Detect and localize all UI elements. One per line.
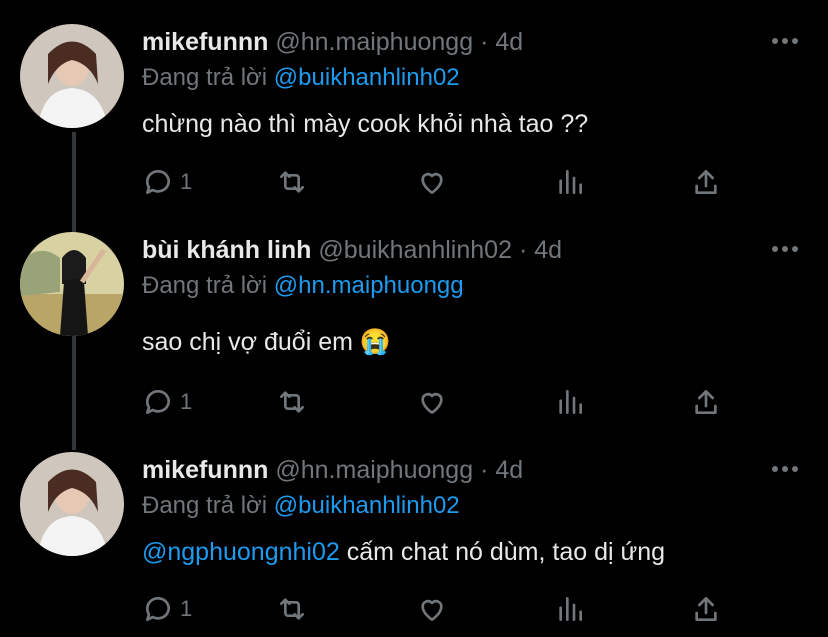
reply-count: 1 <box>180 596 193 621</box>
retweet-icon <box>280 598 304 620</box>
text-mention[interactable]: @ngphuongnhi02 <box>142 538 340 566</box>
reply-count: 1 <box>180 169 193 194</box>
display-name[interactable]: mikefunnn <box>142 456 268 484</box>
retweet-button[interactable] <box>276 591 308 627</box>
timestamp[interactable]: · 4d <box>519 236 562 264</box>
replying-to: Đang trả lời @hn.maiphuongg <box>142 272 464 300</box>
replying-label: Đang trả lời <box>142 492 268 519</box>
stats-icon <box>559 170 582 194</box>
avatar[interactable] <box>20 24 124 128</box>
display-name[interactable]: mikefunnn <box>142 28 268 56</box>
text-body: chừng nào thì mày cook khỏi nhà tao ?? <box>142 110 589 138</box>
retweet-button[interactable] <box>276 164 308 200</box>
stats-button[interactable] <box>554 384 586 420</box>
tweet-text: sao chị vợ đuổi em 😭 <box>142 328 391 357</box>
replying-label: Đang trả lời <box>142 64 268 91</box>
display-name[interactable]: bùi khánh linh <box>142 236 311 264</box>
reply-button[interactable]: 1 <box>142 591 192 627</box>
reply-button[interactable]: 1 <box>142 384 192 420</box>
reply-icon <box>146 390 170 414</box>
handle[interactable]: @buikhanhlinh02 <box>318 236 512 264</box>
replying-to: Đang trả lời @buikhanhlinh02 <box>142 492 460 520</box>
retweet-icon <box>280 391 304 413</box>
replying-mention[interactable]: @buikhanhlinh02 <box>274 492 460 519</box>
retweet-button[interactable] <box>276 384 308 420</box>
like-button[interactable] <box>416 591 448 627</box>
action-bar: 1 <box>142 164 742 200</box>
share-button[interactable] <box>690 164 722 200</box>
reply-button[interactable]: 1 <box>142 164 192 200</box>
like-icon <box>421 172 443 194</box>
reply-count: 1 <box>180 389 193 414</box>
share-icon <box>695 390 717 414</box>
text-body: cấm chat nó dùm, tao dị ứng <box>339 538 666 566</box>
stats-button[interactable] <box>554 591 586 627</box>
tweet-header: mikefunnn @hn.maiphuongg · 4d <box>142 456 523 485</box>
stats-icon <box>559 597 582 621</box>
timestamp[interactable]: · 4d <box>480 28 523 56</box>
like-icon <box>421 392 443 414</box>
tweet-header: mikefunnn @hn.maiphuongg · 4d <box>142 28 523 57</box>
share-icon <box>695 170 717 194</box>
share-icon <box>695 597 717 621</box>
like-icon <box>421 599 443 621</box>
stats-button[interactable] <box>554 164 586 200</box>
share-button[interactable] <box>690 384 722 420</box>
replying-mention[interactable]: @buikhanhlinh02 <box>274 64 460 91</box>
like-button[interactable] <box>416 164 448 200</box>
replying-mention[interactable]: @hn.maiphuongg <box>274 272 464 299</box>
reply-icon <box>146 597 170 621</box>
tweet-header: bùi khánh linh @buikhanhlinh02 · 4d <box>142 236 562 265</box>
avatar[interactable] <box>20 452 124 556</box>
text-body: sao chị vợ đuổi em 😭 <box>142 328 392 356</box>
action-bar: 1 <box>142 384 742 420</box>
more-icon[interactable] <box>772 246 798 254</box>
replying-to: Đang trả lời @buikhanhlinh02 <box>142 64 460 92</box>
action-bar: 1 <box>142 591 742 627</box>
retweet-icon <box>280 171 304 193</box>
more-icon[interactable] <box>772 466 798 474</box>
tweet-text: @ngphuongnhi02 cấm chat nó dùm, tao dị ứ… <box>142 538 665 567</box>
handle[interactable]: @hn.maiphuongg <box>275 28 473 56</box>
reply-icon <box>146 170 170 194</box>
stats-icon <box>559 390 582 414</box>
tweet-text: chừng nào thì mày cook khỏi nhà tao ?? <box>142 110 588 139</box>
handle[interactable]: @hn.maiphuongg <box>275 456 473 484</box>
like-button[interactable] <box>416 384 448 420</box>
timestamp[interactable]: · 4d <box>480 456 523 484</box>
share-button[interactable] <box>690 591 722 627</box>
more-icon[interactable] <box>772 38 798 46</box>
avatar[interactable] <box>20 232 124 336</box>
replying-label: Đang trả lời <box>142 272 268 299</box>
